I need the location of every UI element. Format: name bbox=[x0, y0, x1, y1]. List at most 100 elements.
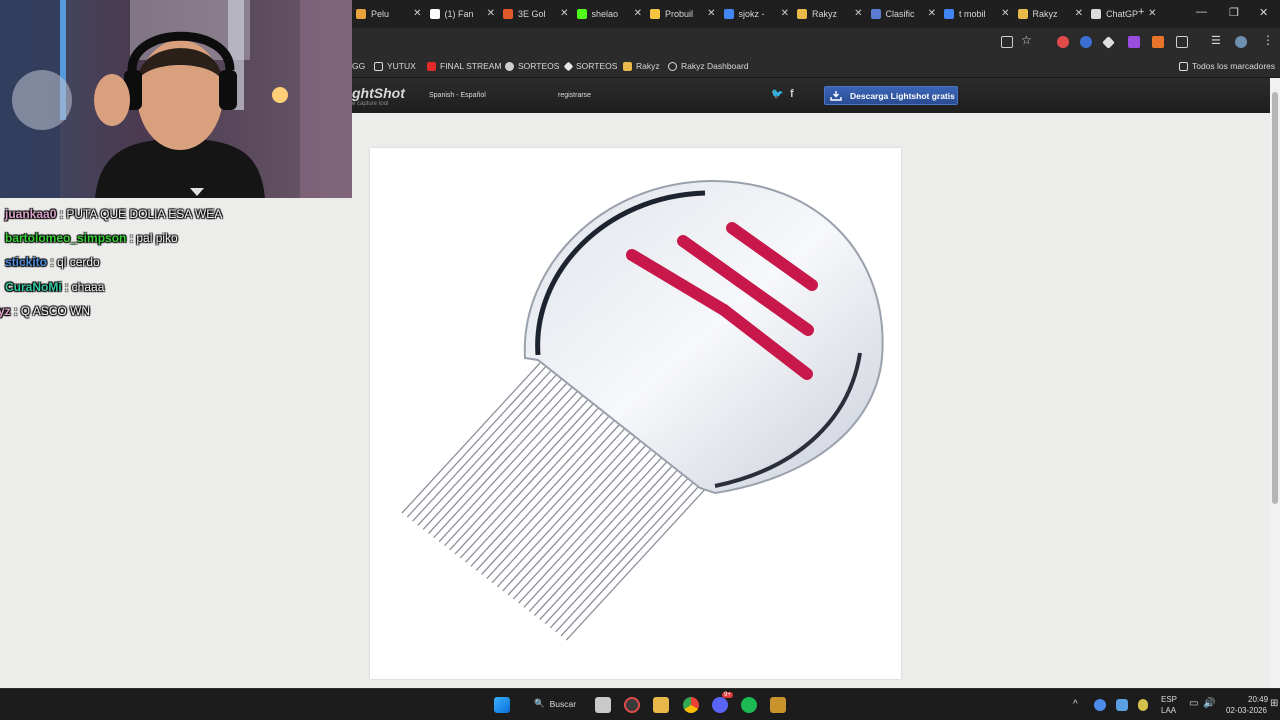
bookmark-sorteos-2[interactable]: SORTEOS bbox=[563, 61, 617, 71]
new-tab-button[interactable]: + bbox=[1138, 6, 1144, 18]
taskbar-search[interactable]: 🔍 Buscar bbox=[534, 698, 576, 709]
microphone-icon[interactable] bbox=[1138, 699, 1148, 711]
spotify-icon[interactable] bbox=[741, 697, 757, 713]
close-tab-icon[interactable]: ✕ bbox=[634, 8, 642, 19]
clock-date[interactable]: 02-03-2026 bbox=[1226, 706, 1267, 715]
more-menu-icon[interactable]: ⋮ bbox=[1262, 33, 1274, 47]
avatar[interactable] bbox=[1235, 36, 1247, 48]
browser-tab[interactable]: 3E Gol ✕ bbox=[503, 3, 569, 25]
star-icon[interactable]: ☆ bbox=[1021, 33, 1032, 47]
comb-tooth bbox=[475, 419, 615, 571]
bookmark-final-stream[interactable]: FINAL STREAM bbox=[427, 61, 502, 71]
tab-favicon-icon bbox=[944, 9, 954, 19]
comb-tooth bbox=[534, 465, 673, 616]
app-icon[interactable] bbox=[624, 697, 640, 713]
browser-tab[interactable]: Rakyz ✕ bbox=[797, 3, 863, 25]
extension-icon[interactable] bbox=[1057, 36, 1069, 48]
comb-tooth bbox=[539, 469, 679, 621]
screenshot-image bbox=[370, 148, 901, 679]
bookmark-gg[interactable]: GG bbox=[352, 61, 365, 71]
folder-icon bbox=[374, 61, 383, 71]
browser-tab[interactable]: Probuil ✕ bbox=[650, 3, 716, 25]
download-lightshot-button[interactable]: Descarga Lightshot gratis bbox=[824, 86, 958, 105]
extension-icon[interactable] bbox=[1102, 36, 1115, 49]
download-icon bbox=[830, 90, 842, 101]
close-window-icon[interactable]: ✕ bbox=[1259, 6, 1268, 19]
reading-list-icon[interactable]: ☰ bbox=[1211, 34, 1221, 47]
tab-label: ChatGP bbox=[1106, 9, 1139, 19]
tray-icon[interactable] bbox=[1094, 699, 1106, 711]
tray-icon[interactable] bbox=[1116, 699, 1128, 711]
browser-tab[interactable]: Pelu ✕ bbox=[356, 3, 422, 25]
volume-icon[interactable]: 🔊 bbox=[1203, 698, 1215, 709]
close-tab-icon[interactable]: ✕ bbox=[487, 8, 495, 19]
register-link[interactable]: registrarse bbox=[558, 92, 591, 99]
notification-icon[interactable]: ⊞ bbox=[1270, 698, 1278, 709]
task-view-icon[interactable] bbox=[595, 697, 611, 713]
windows-taskbar: 🔍 Buscar 9+ ^ ESP LAA ▭ 🔊 20:49 02-03-20… bbox=[0, 688, 1280, 720]
twitter-icon[interactable]: 🐦 bbox=[771, 89, 783, 100]
comb-tooth bbox=[491, 432, 631, 584]
chrome-icon[interactable] bbox=[683, 697, 699, 713]
windows-start-icon[interactable] bbox=[494, 697, 510, 713]
bookmark-rakyz-dashboard[interactable]: Rakyz Dashboard bbox=[668, 61, 749, 71]
chevron-up-icon[interactable]: ^ bbox=[1073, 699, 1078, 710]
comb-tooth bbox=[412, 370, 552, 522]
tab-label: t mobil bbox=[959, 9, 986, 19]
bookmark-sorteos[interactable]: SORTEOS bbox=[505, 61, 559, 71]
discord-icon[interactable] bbox=[712, 697, 728, 713]
close-tab-icon[interactable]: ✕ bbox=[707, 8, 715, 19]
comb-tooth bbox=[549, 477, 689, 629]
scrollbar-thumb[interactable] bbox=[1272, 92, 1278, 504]
all-bookmarks[interactable]: Todos los marcadores bbox=[1179, 61, 1275, 71]
file-explorer-icon[interactable] bbox=[653, 697, 669, 713]
install-app-icon[interactable] bbox=[1001, 36, 1013, 48]
comb-tooth bbox=[555, 481, 695, 633]
lightshot-logo[interactable]: ghtShot bbox=[352, 85, 405, 101]
browser-tab[interactable]: Clasific ✕ bbox=[870, 3, 936, 25]
browser-tab[interactable]: t mobil ✕ bbox=[944, 3, 1010, 25]
keyboard-layout[interactable]: LAA bbox=[1161, 706, 1176, 715]
facebook-icon[interactable]: f bbox=[790, 88, 794, 100]
browser-tab[interactable]: sjokz - ✕ bbox=[723, 3, 789, 25]
browser-tab[interactable]: Rakyz ✕ bbox=[1017, 3, 1083, 25]
comb-tooth bbox=[470, 415, 610, 567]
extension-icon[interactable] bbox=[1080, 36, 1092, 48]
extension-icon[interactable] bbox=[1152, 36, 1164, 48]
network-icon[interactable]: ▭ bbox=[1189, 698, 1198, 709]
close-tab-icon[interactable]: ✕ bbox=[928, 8, 936, 19]
search-icon: 🔍 bbox=[534, 698, 545, 708]
comb-tooth bbox=[417, 374, 557, 526]
close-tab-icon[interactable]: ✕ bbox=[1001, 8, 1009, 19]
clock-time[interactable]: 20:49 bbox=[1248, 695, 1268, 704]
gear-icon bbox=[505, 61, 514, 71]
close-tab-icon[interactable]: ✕ bbox=[560, 8, 568, 19]
tab-favicon-icon bbox=[503, 9, 513, 19]
maximize-icon[interactable]: ❐ bbox=[1229, 6, 1239, 19]
rakyz-icon bbox=[623, 61, 632, 71]
bookmark-rakyz[interactable]: Rakyz bbox=[623, 61, 660, 71]
bookmark-yutux[interactable]: YUTUX bbox=[374, 61, 416, 71]
close-tab-icon[interactable]: ✕ bbox=[854, 8, 862, 19]
tab-label: (1) Fan bbox=[444, 9, 474, 19]
tab-favicon-icon bbox=[870, 9, 881, 19]
tab-favicon-icon bbox=[1017, 9, 1028, 19]
minimize-icon[interactable]: — bbox=[1196, 6, 1207, 18]
puzzle-icon[interactable] bbox=[1176, 36, 1188, 48]
folder-icon bbox=[1179, 61, 1188, 71]
close-tab-icon[interactable]: ✕ bbox=[1075, 8, 1083, 19]
browser-tab[interactable]: shelao ✕ bbox=[576, 3, 642, 25]
lightshot-tagline: e capture tool bbox=[352, 101, 389, 107]
input-language[interactable]: ESP bbox=[1161, 695, 1177, 704]
league-client-icon[interactable] bbox=[770, 697, 786, 713]
close-tab-icon[interactable]: ✕ bbox=[781, 8, 789, 19]
browser-tab[interactable]: ChatGP ✕ bbox=[1091, 3, 1157, 25]
browser-tab[interactable]: (1) Fan ✕ bbox=[429, 3, 495, 25]
page-scrollbar[interactable] bbox=[1270, 78, 1280, 688]
close-tab-icon[interactable]: ✕ bbox=[413, 8, 421, 19]
close-tab-icon[interactable]: ✕ bbox=[1148, 8, 1156, 19]
language-selector[interactable]: Spanish - Español bbox=[429, 92, 486, 99]
twitch-extension-icon[interactable] bbox=[1128, 36, 1140, 48]
comb-tooth bbox=[496, 436, 636, 588]
comb-tooth bbox=[486, 428, 626, 580]
